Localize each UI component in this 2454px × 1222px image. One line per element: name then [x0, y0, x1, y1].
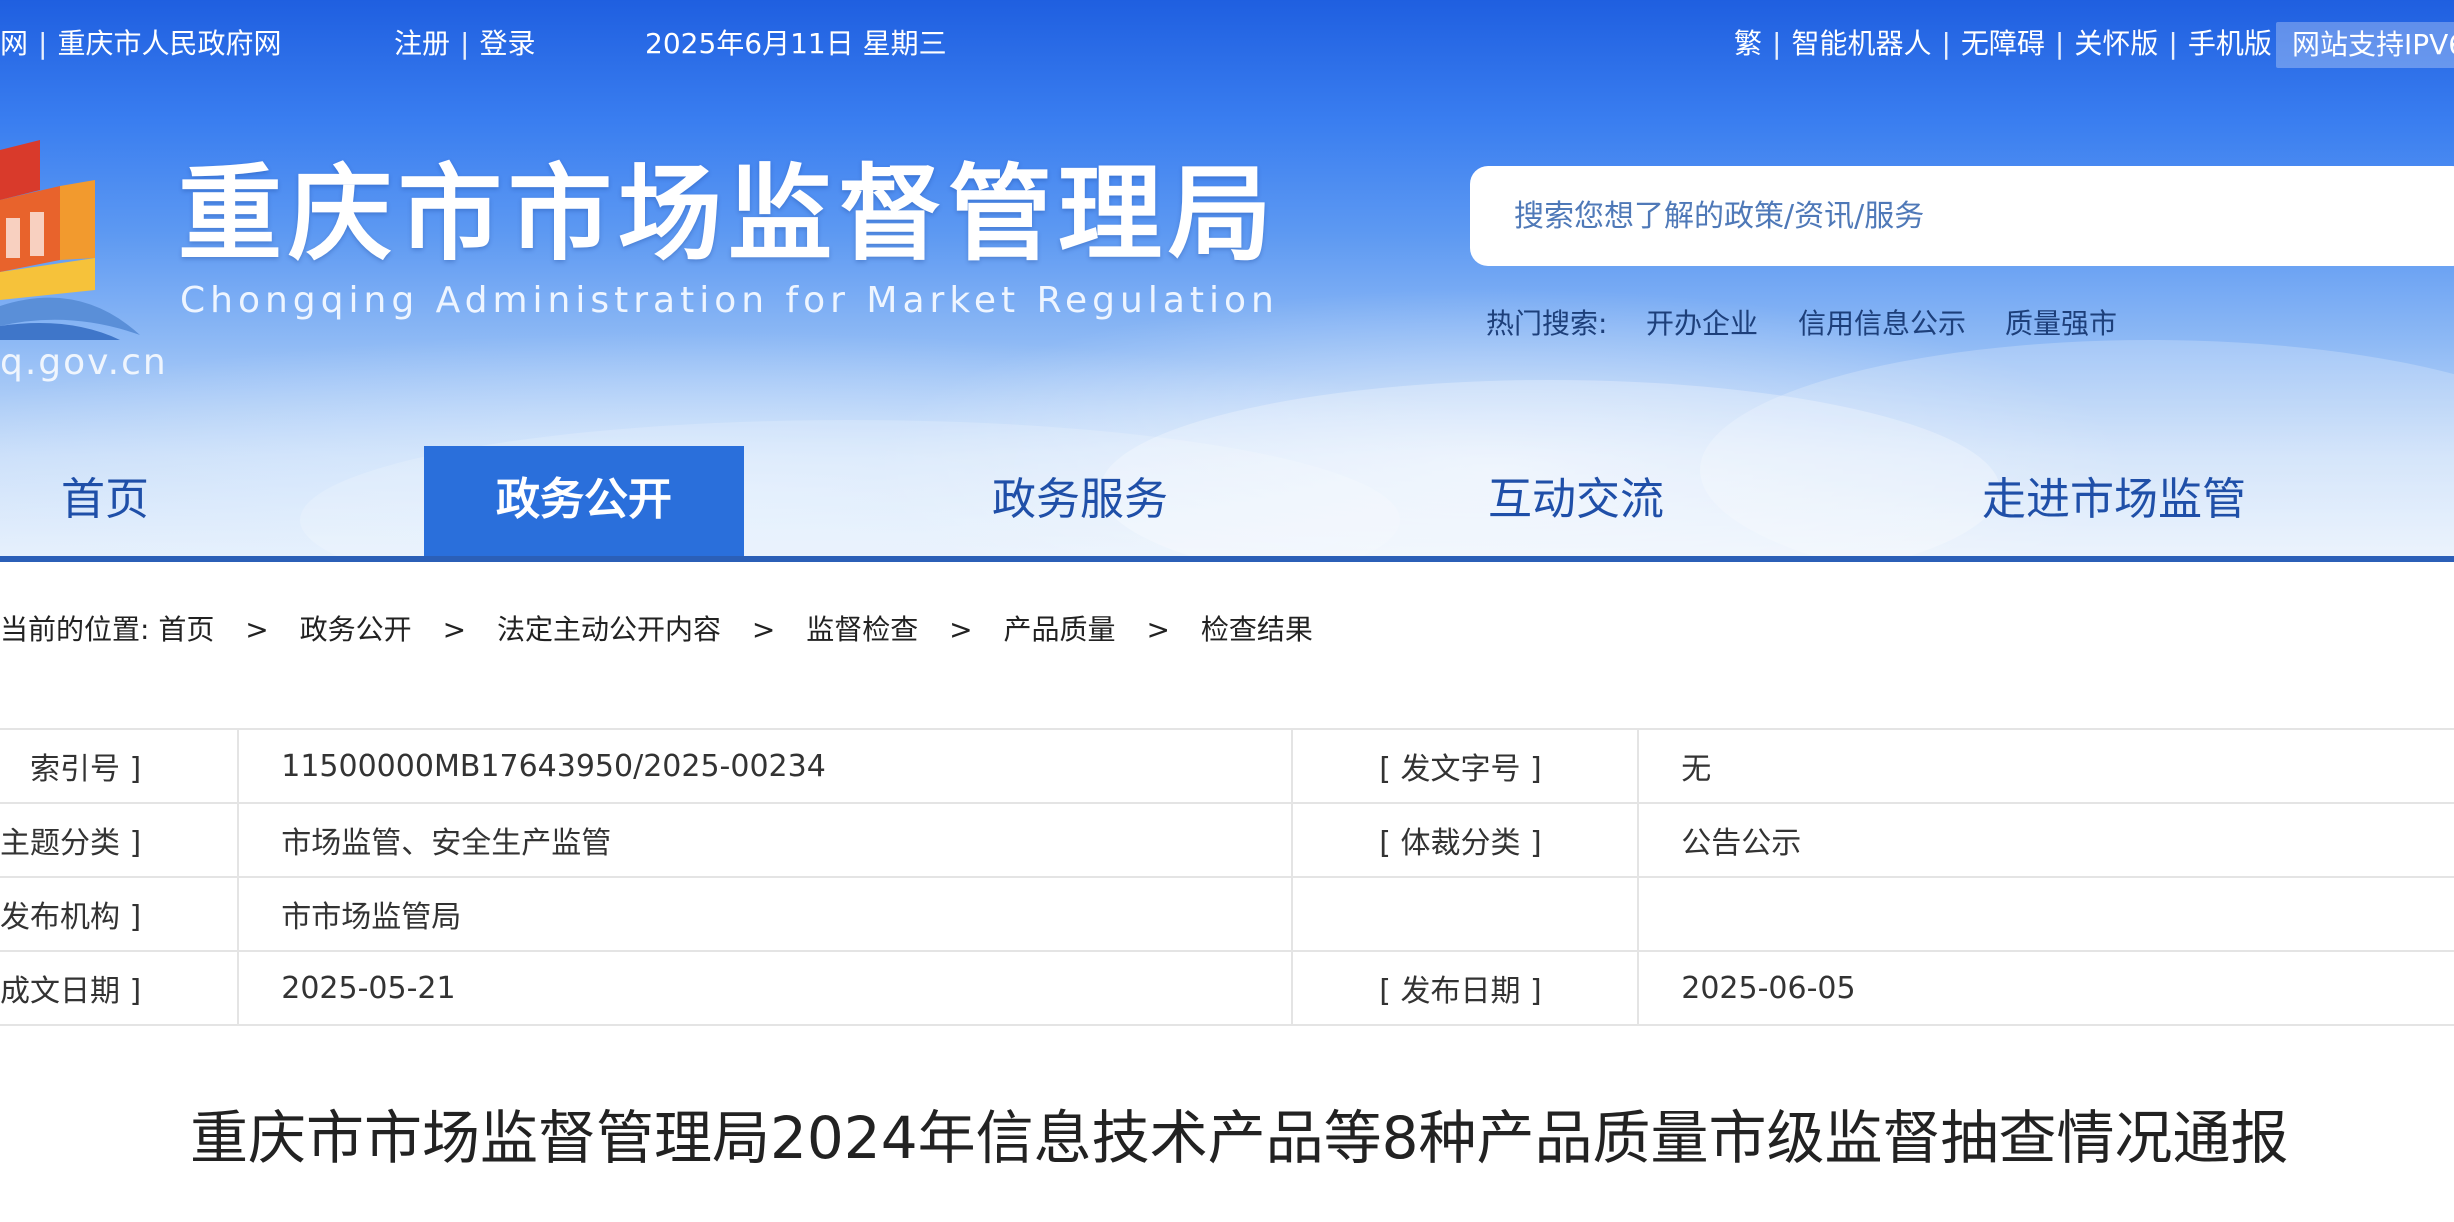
meta-value: 2025-05-21	[238, 950, 1294, 1026]
meta-key: [ 发文字号 ]	[1292, 728, 1640, 804]
account-links: 注册 | 登录	[394, 27, 536, 60]
table-row: 成文日期 ] 2025-05-21 [ 发布日期 ] 2025-06-05	[0, 950, 2454, 1026]
breadcrumb-separator: >	[949, 613, 973, 646]
meta-value: 市场监管、安全生产监管	[238, 802, 1294, 878]
header-banner: 网 | 重庆市人民政府网 注册 | 登录 2025年6月11日 星期三 繁 | 智能机器人 |…	[0, 0, 2454, 556]
mobile-version-link[interactable]: 手机版	[2188, 27, 2272, 60]
care-mode-link[interactable]: 关怀版	[2074, 27, 2158, 60]
link-partial[interactable]: 网	[0, 27, 28, 60]
traditional-chinese-link[interactable]: 繁	[1734, 27, 1762, 60]
link-cq-gov[interactable]: 重庆市人民政府网	[57, 27, 281, 60]
nav-divider	[0, 556, 2454, 562]
hot-search-label: 热门搜索:	[1486, 307, 1608, 340]
table-row: 索引号 ] 11500000MB17643950/2025-00234 [ 发文…	[0, 728, 2454, 804]
accessibility-link[interactable]: 无障碍	[1961, 27, 2045, 60]
meta-key: [ 发布日期 ]	[1292, 950, 1640, 1026]
breadcrumb-separator: >	[442, 613, 467, 646]
site-domain: q.gov.cn	[0, 342, 168, 383]
top-utility-bar: 网 | 重庆市人民政府网 注册 | 登录 2025年6月11日 星期三 繁 | 智能机器人 |…	[0, 0, 2454, 90]
smart-robot-link[interactable]: 智能机器人	[1791, 27, 1931, 60]
register-link[interactable]: 注册	[394, 27, 450, 60]
meta-key: 成文日期 ]	[0, 950, 240, 1026]
ipv6-badge: 网站支持IPV6	[2276, 22, 2454, 68]
article-title: 重庆市市场监督管理局2024年信息技术产品等8种产品质量市级监督抽查情况通报	[190, 1104, 2289, 1172]
nav-government-services[interactable]: 政务服务	[920, 446, 1240, 556]
meta-value: 无	[1638, 728, 2454, 804]
site-subtitle: Chongqing Administration for Market Regu…	[180, 280, 1279, 321]
meta-value: 公告公示	[1638, 802, 2454, 878]
top-left-links: 网 | 重庆市人民政府网	[0, 27, 282, 60]
breadcrumb-label: 当前的位置:	[0, 613, 150, 646]
breadcrumb-separator: >	[245, 613, 269, 646]
document-meta-table: 索引号 ] 11500000MB17643950/2025-00234 [ 发文…	[0, 728, 2454, 1026]
meta-key: [ 体裁分类 ]	[1292, 802, 1640, 878]
site-title: 重庆市市场监督管理局	[178, 153, 1279, 275]
meta-key	[1292, 876, 1640, 952]
meta-value: 11500000MB17643950/2025-00234	[238, 728, 1294, 804]
nav-government-affairs[interactable]: 政务公开	[424, 446, 744, 556]
hot-search-item[interactable]: 质量强市	[2005, 302, 2117, 342]
meta-key: 索引号 ]	[0, 728, 240, 804]
login-link[interactable]: 登录	[479, 27, 535, 60]
meta-key: 主题分类 ]	[0, 802, 240, 878]
breadcrumb-item-product-quality[interactable]: 产品质量	[1004, 613, 1116, 646]
nav-about-market-regulation[interactable]: 走进市场监管	[1924, 446, 2304, 556]
hot-search-item[interactable]: 信用信息公示	[1798, 302, 1966, 342]
top-right-links: 繁 | 智能机器人 | 无障碍 | 关怀版 | 手机版	[1734, 27, 2272, 60]
breadcrumb-separator: >	[751, 613, 776, 646]
meta-value: 2025-06-05	[1638, 950, 2454, 1026]
breadcrumb: 当前的位置: 首页 > 政务公开 > 法定主动公开内容 > 监督检查 > 产品质…	[0, 608, 1313, 648]
main-navigation: 首页 政务公开 政务服务 互动交流 走进市场监管	[0, 446, 2454, 556]
search-input[interactable]	[1470, 166, 2454, 266]
meta-value: 市市场监管局	[238, 876, 1294, 952]
nav-home[interactable]: 首页	[0, 446, 210, 556]
breadcrumb-item-government-affairs[interactable]: 政务公开	[300, 613, 412, 646]
meta-key: 发布机构 ]	[0, 876, 240, 952]
table-row: 主题分类 ] 市场监管、安全生产监管 [ 体裁分类 ] 公告公示	[0, 802, 2454, 878]
breadcrumb-item-results[interactable]: 检查结果	[1201, 613, 1313, 646]
breadcrumb-item-home[interactable]: 首页	[158, 613, 214, 646]
breadcrumb-separator: >	[1146, 613, 1170, 646]
site-logo-icon	[0, 140, 140, 340]
table-row: 发布机构 ] 市市场监管局	[0, 876, 2454, 952]
hot-search-item[interactable]: 开办企业	[1646, 302, 1758, 342]
meta-value	[1638, 876, 2454, 952]
nav-interaction[interactable]: 互动交流	[1416, 446, 1736, 556]
breadcrumb-item-statutory-content[interactable]: 法定主动公开内容	[497, 613, 721, 646]
current-date: 2025年6月11日 星期三	[645, 27, 947, 60]
breadcrumb-item-supervision[interactable]: 监督检查	[806, 613, 918, 646]
